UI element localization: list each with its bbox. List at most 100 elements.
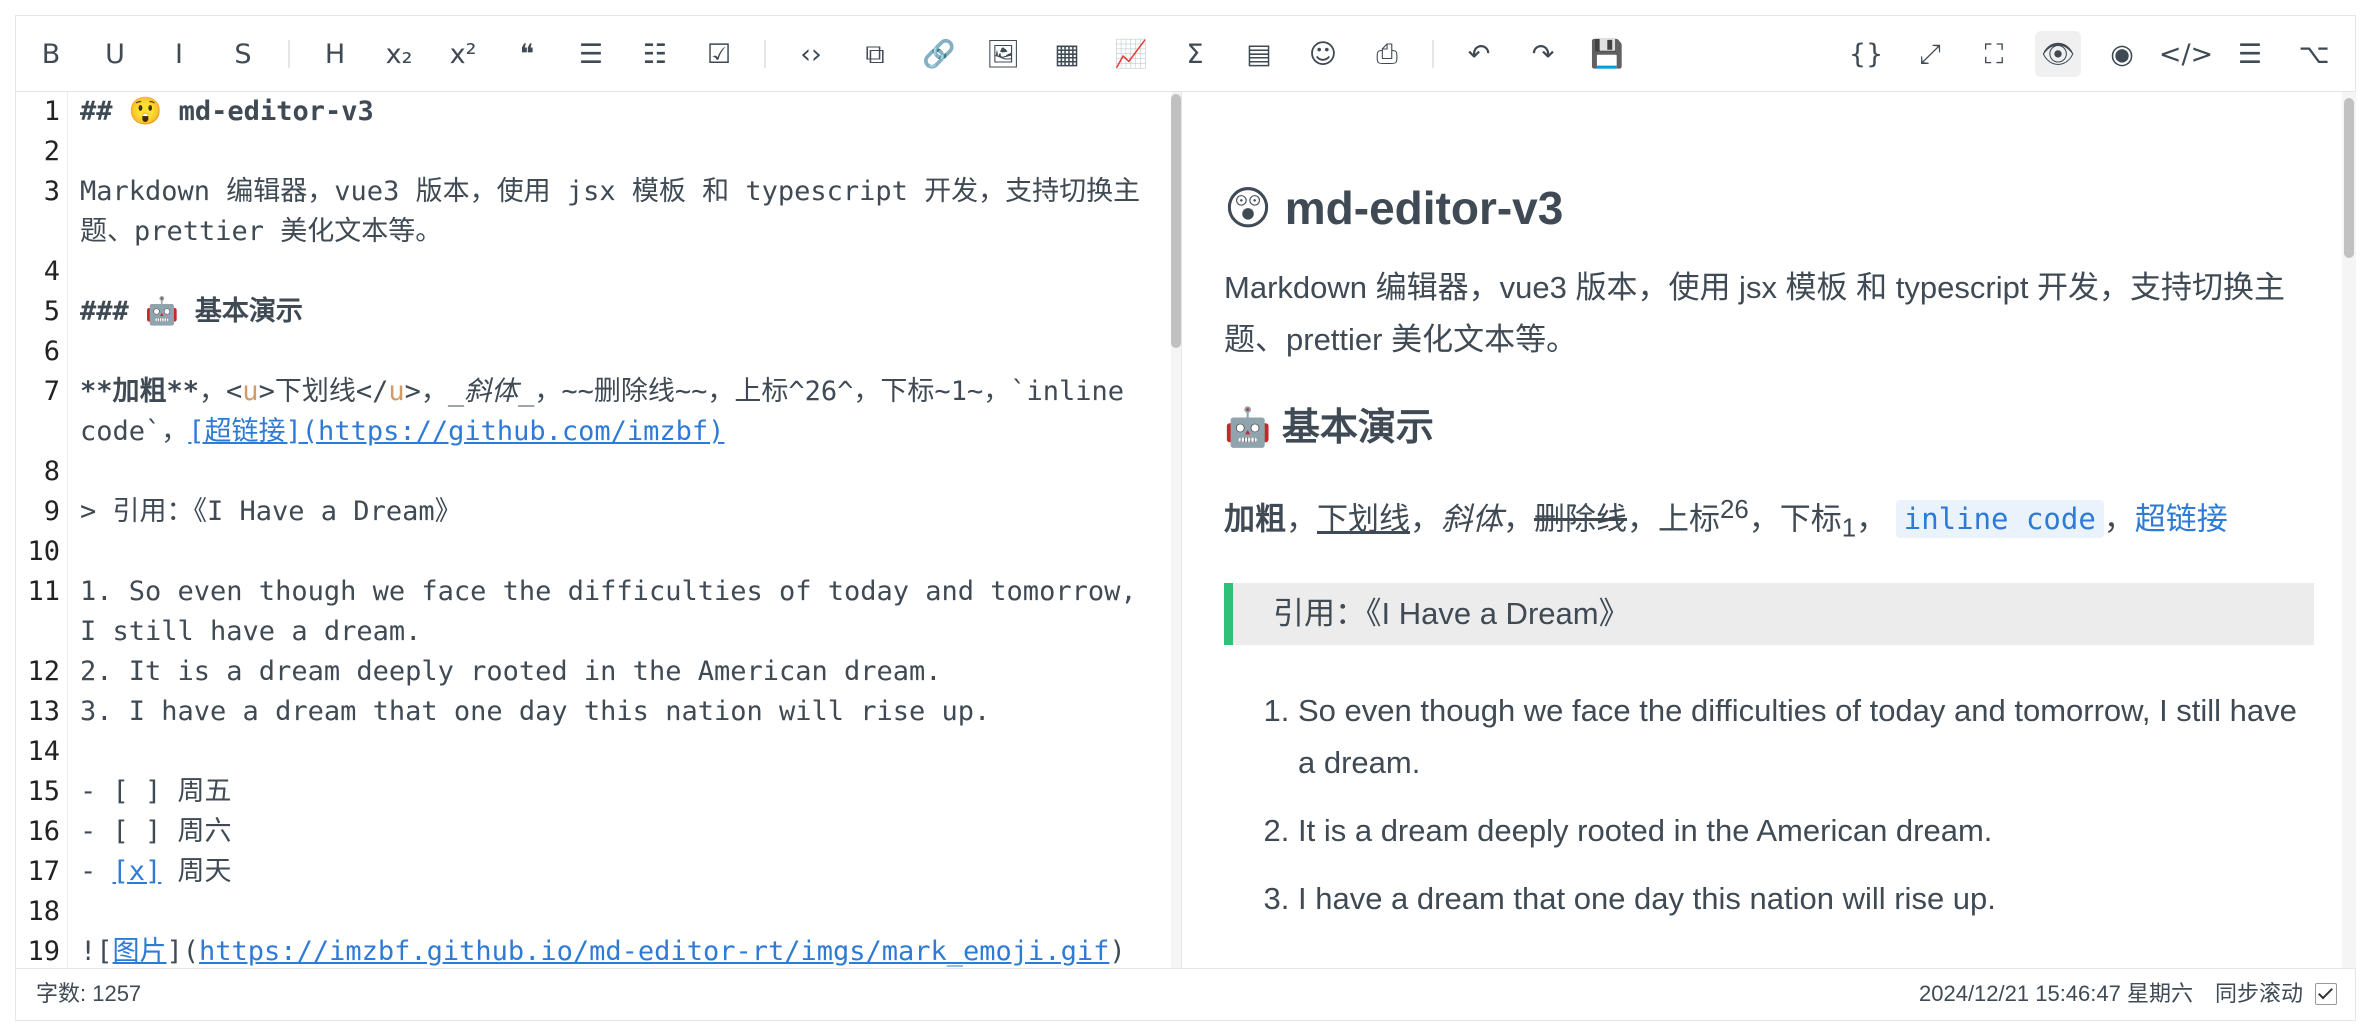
list-item: I have a dream that one day this nation … [1298, 873, 2314, 925]
superscript-icon[interactable]: x² [440, 31, 486, 77]
preview-inline-demo: 加粗，下划线，斜体，删除线，上标26，下标1， inline code ，超链接 [1224, 484, 2314, 555]
code-line: 12 2. It is a dream deeply rooted in the … [16, 652, 1165, 692]
line-number: 16 [27, 816, 60, 847]
code-line: 9 > 引用：《I Have a Dream》 [16, 492, 1165, 532]
line-number: 10 [27, 536, 60, 567]
chart-icon[interactable]: 📈 [1108, 31, 1154, 77]
md-token: ) [1109, 936, 1126, 967]
code-line: 2​ [16, 132, 1165, 172]
line-number: 18 [27, 896, 60, 927]
line-number: 15 [27, 776, 60, 807]
preview-scrollbar-thumb[interactable] [2344, 98, 2354, 258]
md-token: - [80, 856, 113, 887]
page-fullscreen-icon[interactable]: ⛶ [1971, 31, 2017, 77]
code-line: 8​ [16, 452, 1165, 492]
md-editor: B U I S Hx₂ x² ❝ ☰ ☷ ☑ ‹› ⧉ 🔗 🖼 ▦ 📈 Σ ▤ ☺ ⎙ ↶ ↷ 💾 {} ⤢ ⛶ 👁 ◉ </> ☰ ⌥ … [15, 15, 2356, 1021]
toolbar-left-group: B U I S Hx₂ x² ❝ ☰ ☷ ☑ ‹› ⧉ 🔗 🖼 ▦ 📈 Σ ▤ ☺ ⎙ ↶ ↷ 💾 [28, 16, 1648, 92]
export-pdf-icon[interactable]: ⎙ [1364, 31, 1410, 77]
separator: ， [1286, 501, 1317, 537]
line-number: 19 [27, 936, 60, 967]
line-number: 6 [43, 336, 60, 367]
code-line: 1 ## 😲 md-editor-v3 [16, 92, 1165, 132]
preview-h2: 😲 md-editor-v3 [1224, 178, 2314, 238]
preview-h2-text: md-editor-v3 [1284, 182, 1564, 234]
toolbar-right-group: {} ⤢ ⛶ 👁 ◉ </> ☰ ⌥ [1843, 16, 2355, 92]
fullscreen-icon[interactable]: ⤢ [1907, 31, 1953, 77]
line-number: 12 [27, 656, 60, 687]
preview-link[interactable]: 超链接 [2135, 501, 2228, 536]
line-number: 7 [43, 376, 60, 407]
code-line: 18​ [16, 892, 1165, 932]
md-token: 2. It is a dream deeply rooted in the Am… [80, 656, 942, 687]
preview-underline: 下划线 [1317, 501, 1410, 537]
md-token: Markdown 编辑器，vue3 版本，使用 jsx 模板 和 typescr… [80, 176, 1141, 247]
code-line: 19 ![图片](https://imzbf.github.io/md-edito… [16, 932, 1165, 968]
image-icon[interactable]: 🖼 [980, 31, 1026, 77]
preview-pane: 😲 md-editor-v3 Markdown 编辑器，vue3 版本，使用 j… [1182, 92, 2357, 968]
code-line: 16 - [ ] 周六 [16, 812, 1165, 852]
toolbar-divider [288, 40, 290, 68]
underline-icon[interactable]: U [92, 31, 138, 77]
line-number: 1 [43, 96, 60, 127]
unordered-list-icon[interactable]: ☰ [568, 31, 614, 77]
line-number: 11 [27, 576, 60, 607]
strikethrough-icon[interactable]: S [220, 31, 266, 77]
inline-code-icon[interactable]: ‹› [788, 31, 834, 77]
table-icon[interactable]: ▦ [1044, 31, 1090, 77]
editor-input-pane[interactable]: 1 ## 😲 md-editor-v3 2​ 3 Markdown 编辑器，vue3… [16, 92, 1182, 968]
link-icon[interactable]: 🔗 [916, 31, 962, 77]
editor-scrollbar-thumb[interactable] [1171, 94, 1181, 348]
astonished-emoji-icon: 😲 [1224, 182, 1272, 234]
word-count: 字数: 1257 [36, 981, 142, 1006]
ordered-list-icon[interactable]: ☷ [632, 31, 678, 77]
italic-icon[interactable]: I [156, 31, 202, 77]
code-area[interactable]: 1 ## 😲 md-editor-v3 2​ 3 Markdown 编辑器，vue3… [16, 92, 1181, 968]
toc-icon[interactable]: ☰ [2227, 31, 2273, 77]
editor-scrollbar[interactable] [1171, 92, 1181, 968]
task-list-icon[interactable]: ☑ [696, 31, 742, 77]
preview-ordered-list: So even though we face the difficulties … [1224, 685, 2314, 925]
emoji-icon[interactable]: ☺ [1300, 31, 1346, 77]
code-line: 5 ### 🤖 基本演示 [16, 292, 1165, 332]
format-code-icon[interactable]: {} [1843, 31, 1889, 77]
md-token: **加粗** [80, 376, 200, 407]
toolbar: B U I S Hx₂ x² ❝ ☰ ☷ ☑ ‹› ⧉ 🔗 🖼 ▦ 📈 Σ ▤ ☺ ⎙ ↶ ↷ 💾 {} ⤢ ⛶ 👁 ◉ </> ☰ ⌥ [16, 16, 2355, 92]
html-preview-icon[interactable]: ◉ [2099, 31, 2145, 77]
separator: ， [2103, 501, 2135, 537]
separator: ， [1856, 501, 1888, 537]
md-token: ![ [80, 936, 113, 967]
redo-icon[interactable]: ↷ [1520, 31, 1566, 77]
preview-icon[interactable]: 👁 [2035, 31, 2081, 77]
md-token: ## [80, 96, 129, 127]
line-number: 5 [43, 296, 60, 327]
md-image-url: https://imzbf.github.io/md-editor-rt/img… [199, 936, 1110, 967]
code-block-icon[interactable]: ⧉ [852, 31, 898, 77]
save-icon[interactable]: 💾 [1584, 31, 1630, 77]
separator: ， [1748, 501, 1780, 537]
quote-icon[interactable]: ❝ [504, 31, 550, 77]
title-icon[interactable]: H [312, 31, 358, 77]
preview-content: 😲 md-editor-v3 Markdown 编辑器，vue3 版本，使用 j… [1224, 92, 2314, 941]
sync-scroll-checkbox[interactable] [2315, 983, 2337, 1005]
line-number: 4 [43, 256, 60, 287]
md-token: >下划线</ [258, 376, 389, 407]
md-token: >， [404, 376, 448, 407]
preview-italic: 斜体 [1441, 501, 1503, 537]
md-token: - [ ] 周五 [80, 776, 232, 807]
list-item: So even though we face the difficulties … [1298, 685, 2314, 789]
formula-icon[interactable]: Σ [1172, 31, 1218, 77]
separator: ， [1503, 501, 1534, 537]
line-number: 17 [27, 856, 60, 887]
code-line: 11 1. So even though we face the difficul… [16, 572, 1165, 652]
code-line: 15 - [ ] 周五 [16, 772, 1165, 812]
subscript-icon[interactable]: x₂ [376, 31, 422, 77]
github-icon[interactable]: ⌥ [2291, 31, 2337, 77]
toolbar-divider [1432, 40, 1434, 68]
md-token: 1. So even though we face the difficulti… [80, 576, 1153, 647]
catalog-icon[interactable]: ▤ [1236, 31, 1282, 77]
undo-icon[interactable]: ↶ [1456, 31, 1502, 77]
line-number: 2 [43, 136, 60, 167]
bold-icon[interactable]: B [28, 31, 74, 77]
source-code-icon[interactable]: </> [2159, 31, 2213, 77]
preview-scrollbar[interactable] [2342, 92, 2356, 968]
